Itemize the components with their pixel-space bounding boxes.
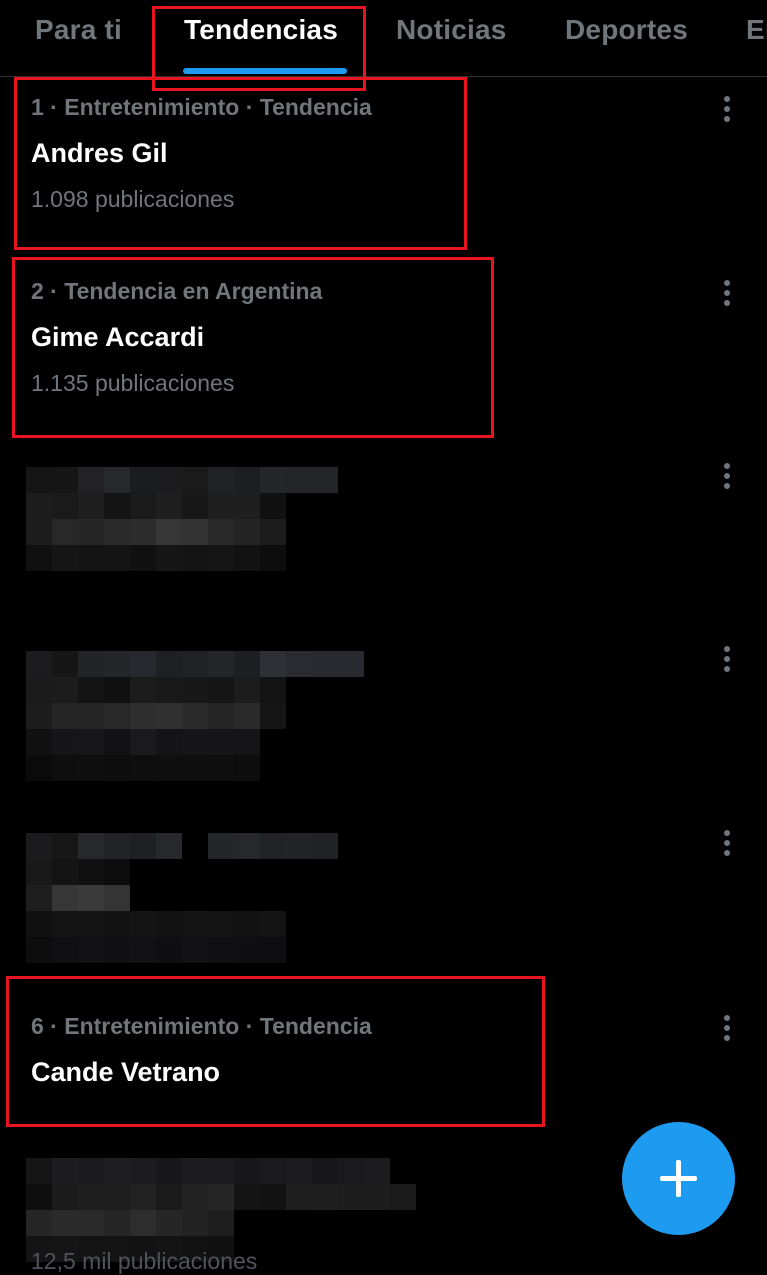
more-options-button[interactable]	[712, 278, 742, 312]
tab-bar: Para ti Tendencias Noticias Deportes En	[0, 0, 767, 77]
active-tab-indicator	[183, 68, 347, 74]
more-options-button[interactable]	[712, 644, 742, 678]
trend-title: Cande Vetrano	[31, 1057, 221, 1087]
trend-item-6[interactable]: 6 · Entretenimiento · Tendencia Cande Ve…	[0, 997, 767, 1127]
trend-post-count: 1.098 publicaciones	[31, 186, 235, 212]
tab-tendencias[interactable]: Tendencias	[184, 14, 338, 46]
more-options-button[interactable]	[712, 828, 742, 862]
trend-item-redacted[interactable]	[0, 628, 767, 808]
more-vertical-icon	[724, 96, 730, 122]
more-vertical-icon	[724, 1015, 730, 1041]
trend-post-count-partial: 12,5 mil publicaciones	[31, 1248, 258, 1274]
tab-entretenimiento[interactable]: En	[746, 14, 767, 46]
trend-meta: 2 · Tendencia en Argentina	[31, 278, 323, 304]
more-options-button[interactable]	[712, 461, 742, 495]
more-vertical-icon	[724, 463, 730, 489]
trend-item-2[interactable]: 2 · Tendencia en Argentina Gime Accardi …	[0, 262, 767, 437]
trend-meta: 1 · Entretenimiento · Tendencia	[31, 94, 372, 120]
tab-para-ti[interactable]: Para ti	[35, 14, 122, 46]
trend-title: Andres Gil	[31, 138, 168, 168]
more-vertical-icon	[724, 646, 730, 672]
more-options-button[interactable]	[712, 94, 742, 128]
plus-icon	[660, 1160, 697, 1197]
trend-item-redacted[interactable]	[0, 812, 767, 972]
more-vertical-icon	[724, 830, 730, 856]
trend-meta: 6 · Entretenimiento · Tendencia	[31, 1013, 372, 1039]
trend-post-count: 1.135 publicaciones	[31, 370, 235, 396]
tab-noticias[interactable]: Noticias	[396, 14, 507, 46]
trend-item-1[interactable]: 1 · Entretenimiento · Tendencia Andres G…	[0, 78, 767, 248]
more-options-button[interactable]	[712, 1013, 742, 1047]
trend-item-redacted[interactable]	[0, 445, 767, 625]
tab-deportes[interactable]: Deportes	[565, 14, 688, 46]
compose-button[interactable]	[622, 1122, 735, 1235]
more-vertical-icon	[724, 280, 730, 306]
trend-title: Gime Accardi	[31, 322, 205, 352]
